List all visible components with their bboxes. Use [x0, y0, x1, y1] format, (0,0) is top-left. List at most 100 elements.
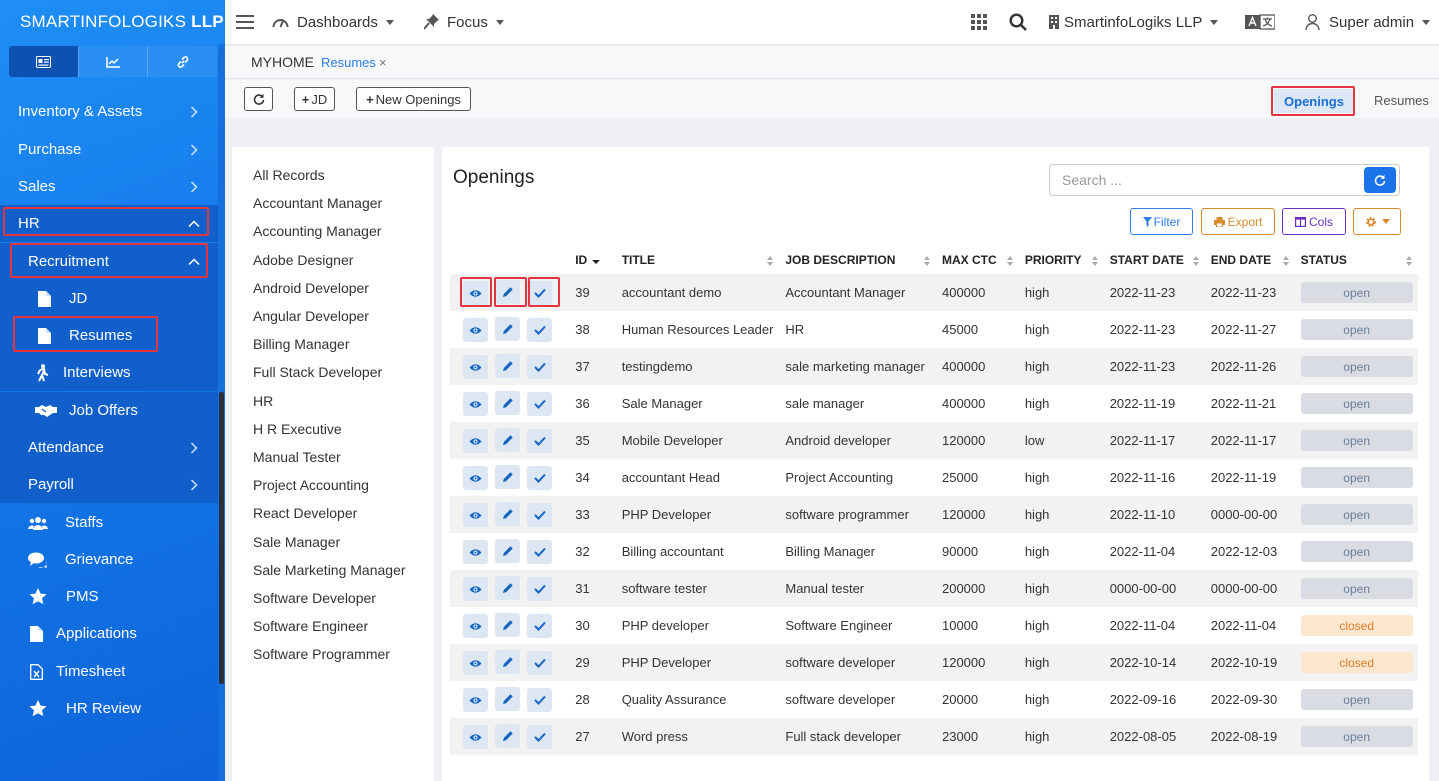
edit-button[interactable]	[495, 538, 520, 563]
view-button[interactable]	[463, 540, 488, 565]
breadcrumb-home[interactable]: MYHOME	[251, 54, 314, 70]
brand-logo[interactable]: SMARTINFOLOGIKS LLP	[0, 0, 225, 44]
table-row[interactable]: 34 accountant Head Project Accounting 25000…	[450, 459, 1418, 496]
category-item[interactable]: Sale Marketing Manager	[253, 562, 406, 578]
category-item[interactable]: Manual Tester	[253, 449, 341, 465]
sidebar-item-staffs[interactable]: Staffs	[0, 504, 218, 541]
category-item[interactable]: Android Developer	[253, 280, 369, 296]
export-button[interactable]: Export	[1201, 208, 1275, 235]
approve-button[interactable]	[527, 613, 552, 638]
approve-button[interactable]	[527, 687, 552, 712]
view-button[interactable]	[463, 318, 488, 343]
table-row[interactable]: 28 Quality Assurance software developer 200…	[450, 681, 1418, 718]
sidebar-item-sales[interactable]: Sales	[0, 168, 218, 205]
search-refresh-button[interactable]	[1364, 167, 1396, 193]
tab-modules[interactable]	[9, 46, 79, 77]
sidebar-item-applications[interactable]: Applications	[0, 615, 218, 652]
view-button[interactable]	[463, 503, 488, 528]
column-header-max-ctc[interactable]: MAX CTC	[936, 246, 1019, 274]
close-tab-icon[interactable]: ×	[379, 55, 387, 70]
category-item[interactable]: All Records	[253, 167, 325, 183]
approve-button[interactable]	[527, 428, 552, 453]
focus-menu[interactable]: Focus	[424, 0, 504, 44]
tab-reports[interactable]	[79, 46, 149, 77]
view-button[interactable]	[463, 577, 488, 602]
category-item[interactable]: Sale Manager	[253, 534, 340, 550]
table-row[interactable]: 36 Sale Manager sale manager 400000 high 2022…	[450, 385, 1418, 422]
table-row[interactable]: 29 PHP Developer software developer 120000 h…	[450, 644, 1418, 681]
view-button[interactable]	[463, 466, 488, 491]
hamburger-menu-button[interactable]	[236, 0, 254, 44]
company-selector[interactable]: SmartinfoLogiks LLP	[1049, 0, 1219, 44]
edit-button[interactable]	[495, 575, 520, 600]
apps-grid-button[interactable]	[971, 0, 987, 44]
column-header-start-date[interactable]: START DATE	[1104, 246, 1205, 274]
table-row[interactable]: 39 accountant demo Accountant Manager 40000…	[450, 274, 1418, 311]
table-row[interactable]: 27 Word press Full stack developer 23000 hig…	[450, 718, 1418, 755]
table-row[interactable]: 32 Billing accountant Billing Manager 90000…	[450, 533, 1418, 570]
view-button[interactable]	[463, 688, 488, 713]
approve-button[interactable]	[527, 576, 552, 601]
category-item[interactable]: H R Executive	[253, 421, 342, 437]
edit-button[interactable]	[495, 723, 520, 748]
column-header-title[interactable]: TITLE	[616, 246, 780, 274]
sidebar-item-jd[interactable]: JD	[0, 280, 218, 317]
column-header-end-date[interactable]: END DATE	[1205, 246, 1295, 274]
table-row[interactable]: 30 PHP developer Software Engineer 10000 hig…	[450, 607, 1418, 644]
sidebar-item-job-offers[interactable]: Job Offers	[0, 392, 218, 429]
table-row[interactable]: 37 testingdemo sale marketing manager 40000…	[450, 348, 1418, 385]
edit-button[interactable]	[495, 390, 520, 415]
category-item[interactable]: Billing Manager	[253, 336, 350, 352]
view-button[interactable]	[463, 614, 488, 639]
approve-button[interactable]	[527, 465, 552, 490]
refresh-button[interactable]	[244, 87, 273, 111]
edit-button[interactable]	[495, 612, 520, 637]
category-item[interactable]: Software Developer	[253, 590, 376, 606]
category-item[interactable]: Accounting Manager	[253, 223, 381, 239]
approve-button[interactable]	[527, 539, 552, 564]
category-item[interactable]: Software Engineer	[253, 618, 368, 634]
sidebar-item-hr-review[interactable]: HR Review	[0, 690, 218, 727]
edit-button[interactable]	[495, 501, 520, 526]
tab-resumes[interactable]: Resumes	[1374, 93, 1429, 108]
tab-links[interactable]	[148, 46, 217, 77]
column-header-priority[interactable]: PRIORITY	[1019, 246, 1104, 274]
sidebar-item-inventory[interactable]: Inventory & Assets	[0, 93, 218, 130]
view-button[interactable]	[463, 429, 488, 454]
sidebar-item-attendance[interactable]: Attendance	[0, 429, 218, 466]
view-button[interactable]	[463, 355, 488, 380]
new-openings-button[interactable]: + New Openings	[356, 87, 471, 111]
approve-button[interactable]	[527, 502, 552, 527]
sidebar-item-interviews[interactable]: Interviews	[0, 354, 218, 391]
category-item[interactable]: Software Programmer	[253, 646, 390, 662]
approve-button[interactable]	[527, 354, 552, 379]
sidebar-item-payroll[interactable]: Payroll	[0, 466, 218, 503]
category-item[interactable]: Angular Developer	[253, 308, 369, 324]
search-input[interactable]: Search ...	[1049, 164, 1400, 196]
column-header-id[interactable]: ID	[569, 246, 615, 274]
language-button[interactable]	[1245, 0, 1275, 44]
category-item[interactable]: Accountant Manager	[253, 195, 382, 211]
edit-button[interactable]	[495, 316, 520, 341]
table-row[interactable]: 31 software tester Manual tester 200000 high…	[450, 570, 1418, 607]
approve-button[interactable]	[527, 724, 552, 749]
approve-button[interactable]	[527, 391, 552, 416]
column-header-status[interactable]: STATUS	[1295, 246, 1418, 274]
edit-button[interactable]	[495, 427, 520, 452]
category-item[interactable]: Project Accounting	[253, 477, 369, 493]
breadcrumb-tab-resumes[interactable]: Resumes	[321, 55, 376, 70]
table-row[interactable]: 38 Human Resources Leader HR 45000 high 2022-…	[450, 311, 1418, 348]
category-item[interactable]: Adobe Designer	[253, 252, 353, 268]
sidebar-item-timesheet[interactable]: Timesheet	[0, 653, 218, 690]
approve-button[interactable]	[527, 317, 552, 342]
edit-button[interactable]	[495, 353, 520, 378]
edit-button[interactable]	[495, 686, 520, 711]
view-button[interactable]	[463, 392, 488, 417]
settings-dropdown-button[interactable]	[1353, 208, 1401, 235]
category-item[interactable]: HR	[253, 393, 273, 409]
columns-button[interactable]: Cols	[1282, 208, 1346, 235]
view-button[interactable]	[463, 725, 488, 750]
add-jd-button[interactable]: + JD	[294, 87, 335, 111]
category-item[interactable]: Full Stack Developer	[253, 364, 382, 380]
user-menu[interactable]: Super admin	[1305, 0, 1431, 44]
